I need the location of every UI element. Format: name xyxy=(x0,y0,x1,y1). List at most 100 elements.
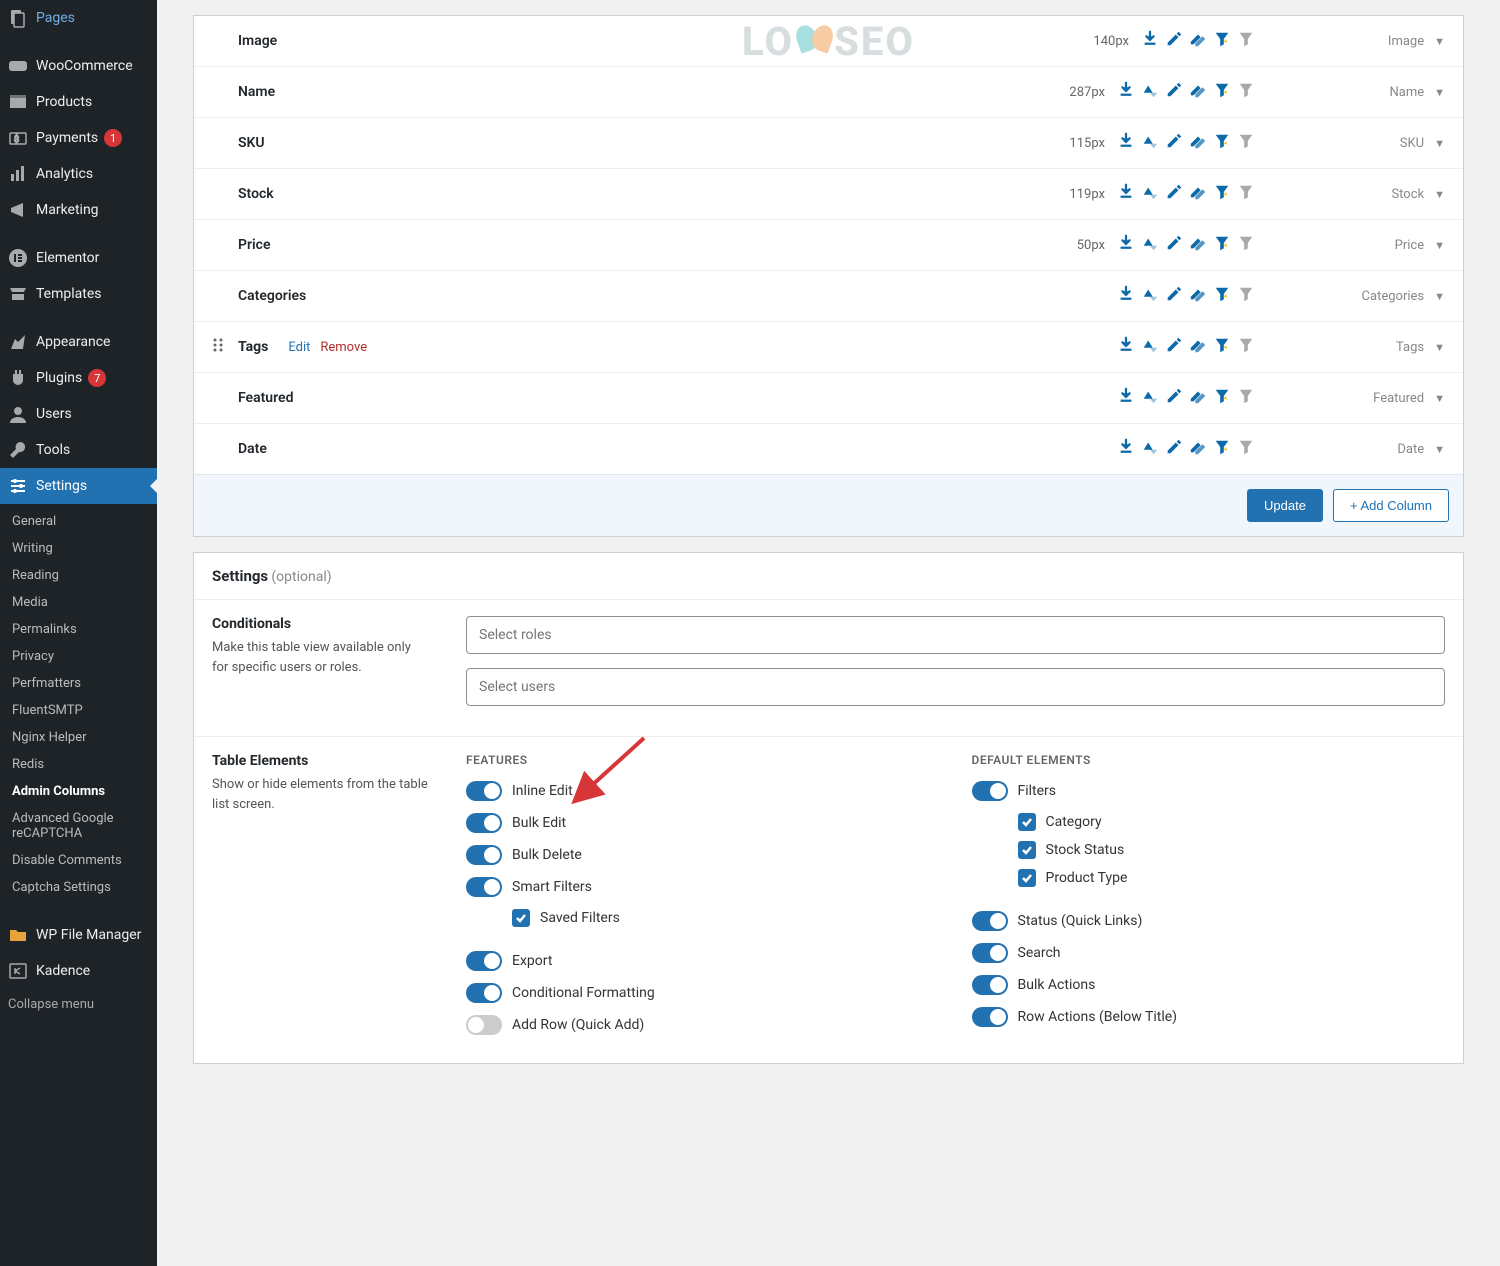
chevron-down-icon[interactable]: ▼ xyxy=(1434,137,1445,150)
filter-icon[interactable] xyxy=(1237,183,1255,205)
edit-icon[interactable] xyxy=(1165,30,1183,52)
sidebar-item-elementor[interactable]: Elementor xyxy=(0,240,157,276)
sidebar-item-payments[interactable]: $Payments1 xyxy=(0,120,157,156)
submenu-privacy[interactable]: Privacy xyxy=(0,643,157,670)
column-row[interactable]: CategoriesCategories▼ xyxy=(194,271,1463,322)
edit-link[interactable]: Edit xyxy=(288,340,310,355)
remove-link[interactable]: Remove xyxy=(320,340,367,355)
add-column-button[interactable]: + Add Column xyxy=(1333,489,1449,522)
sort-icon[interactable] xyxy=(1141,387,1159,409)
column-row[interactable]: Stock119pxStock▼ xyxy=(194,169,1463,220)
smart-filter-icon[interactable] xyxy=(1213,234,1231,256)
sidebar-item-products[interactable]: Products xyxy=(0,84,157,120)
toggle-switch[interactable] xyxy=(972,943,1008,963)
toggle-switch[interactable] xyxy=(972,781,1008,801)
select-roles[interactable]: Select roles xyxy=(466,616,1445,654)
filter-check-1[interactable]: Stock Status xyxy=(1018,841,1446,859)
filter-check-0[interactable]: Category xyxy=(1018,813,1446,831)
sidebar-item-pages[interactable]: Pages xyxy=(0,0,157,36)
filter-icon[interactable] xyxy=(1237,285,1255,307)
filter-icon[interactable] xyxy=(1237,81,1255,103)
select-users[interactable]: Select users xyxy=(466,668,1445,706)
download-icon[interactable] xyxy=(1141,30,1159,52)
download-icon[interactable] xyxy=(1117,336,1135,358)
toggle-switch[interactable] xyxy=(466,845,502,865)
smart-filter-icon[interactable] xyxy=(1213,30,1231,52)
sort-icon[interactable] xyxy=(1141,132,1159,154)
submenu-recaptcha[interactable]: Advanced Google reCAPTCHA xyxy=(0,805,157,847)
sort-icon[interactable] xyxy=(1141,285,1159,307)
chevron-down-icon[interactable]: ▼ xyxy=(1434,239,1445,252)
download-icon[interactable] xyxy=(1117,438,1135,460)
sidebar-item-marketing[interactable]: Marketing xyxy=(0,192,157,228)
download-icon[interactable] xyxy=(1117,183,1135,205)
sort-icon[interactable] xyxy=(1141,81,1159,103)
sidebar-item-kadence[interactable]: Kadence xyxy=(0,953,157,989)
filter-icon[interactable] xyxy=(1237,132,1255,154)
smart-filter-icon[interactable] xyxy=(1213,285,1231,307)
sidebar-item-analytics[interactable]: Analytics xyxy=(0,156,157,192)
sidebar-item-tools[interactable]: Tools xyxy=(0,432,157,468)
submenu-reading[interactable]: Reading xyxy=(0,562,157,589)
submenu-media[interactable]: Media xyxy=(0,589,157,616)
bulk-edit-icon[interactable] xyxy=(1189,387,1207,409)
smart-filter-icon[interactable] xyxy=(1213,387,1231,409)
toggle-switch[interactable] xyxy=(466,983,502,1003)
toggle-switch[interactable] xyxy=(466,951,502,971)
sidebar-item-users[interactable]: Users xyxy=(0,396,157,432)
drag-handle-icon[interactable] xyxy=(212,337,228,357)
submenu-captcha[interactable]: Captcha Settings xyxy=(0,874,157,901)
smart-filter-icon[interactable] xyxy=(1213,183,1231,205)
sidebar-item-settings[interactable]: Settings xyxy=(0,468,157,504)
toggle-switch[interactable] xyxy=(972,911,1008,931)
bulk-edit-icon[interactable] xyxy=(1189,285,1207,307)
filter-icon[interactable] xyxy=(1237,30,1255,52)
chevron-down-icon[interactable]: ▼ xyxy=(1434,86,1445,99)
sidebar-item-templates[interactable]: Templates xyxy=(0,276,157,312)
sort-icon[interactable] xyxy=(1141,183,1159,205)
chevron-down-icon[interactable]: ▼ xyxy=(1434,35,1445,48)
submenu-fluentsmtp[interactable]: FluentSMTP xyxy=(0,697,157,724)
column-row[interactable]: TagsEditRemoveTags▼ xyxy=(194,322,1463,373)
sidebar-item-appearance[interactable]: Appearance xyxy=(0,324,157,360)
submenu-perfmatters[interactable]: Perfmatters xyxy=(0,670,157,697)
edit-icon[interactable] xyxy=(1165,438,1183,460)
update-button[interactable]: Update xyxy=(1247,489,1323,522)
bulk-edit-icon[interactable] xyxy=(1189,132,1207,154)
filter-icon[interactable] xyxy=(1237,438,1255,460)
bulk-edit-icon[interactable] xyxy=(1189,336,1207,358)
submenu-admin-columns[interactable]: Admin Columns xyxy=(0,778,157,805)
submenu-permalinks[interactable]: Permalinks xyxy=(0,616,157,643)
collapse-menu[interactable]: Collapse menu xyxy=(0,989,157,1020)
sidebar-item-woocommerce[interactable]: WooCommerce xyxy=(0,48,157,84)
toggle-switch[interactable] xyxy=(466,813,502,833)
toggle-switch[interactable] xyxy=(466,781,502,801)
smart-filter-icon[interactable] xyxy=(1213,336,1231,358)
column-row[interactable]: Name287pxName▼ xyxy=(194,67,1463,118)
submenu-redis[interactable]: Redis xyxy=(0,751,157,778)
sort-icon[interactable] xyxy=(1141,336,1159,358)
edit-icon[interactable] xyxy=(1165,285,1183,307)
chevron-down-icon[interactable]: ▼ xyxy=(1434,443,1445,456)
edit-icon[interactable] xyxy=(1165,234,1183,256)
chevron-down-icon[interactable]: ▼ xyxy=(1434,392,1445,405)
bulk-edit-icon[interactable] xyxy=(1189,81,1207,103)
edit-icon[interactable] xyxy=(1165,183,1183,205)
bulk-edit-icon[interactable] xyxy=(1189,234,1207,256)
toggle-switch[interactable] xyxy=(466,877,502,897)
download-icon[interactable] xyxy=(1117,285,1135,307)
submenu-nginx[interactable]: Nginx Helper xyxy=(0,724,157,751)
submenu-disable-comments[interactable]: Disable Comments xyxy=(0,847,157,874)
column-row[interactable]: FeaturedFeatured▼ xyxy=(194,373,1463,424)
smart-filter-icon[interactable] xyxy=(1213,81,1231,103)
edit-icon[interactable] xyxy=(1165,387,1183,409)
edit-icon[interactable] xyxy=(1165,336,1183,358)
sidebar-item-wpfile[interactable]: WP File Manager xyxy=(0,917,157,953)
filter-check-2[interactable]: Product Type xyxy=(1018,869,1446,887)
edit-icon[interactable] xyxy=(1165,81,1183,103)
toggle-switch[interactable] xyxy=(466,1015,502,1035)
edit-icon[interactable] xyxy=(1165,132,1183,154)
chevron-down-icon[interactable]: ▼ xyxy=(1434,341,1445,354)
download-icon[interactable] xyxy=(1117,132,1135,154)
bulk-edit-icon[interactable] xyxy=(1189,30,1207,52)
